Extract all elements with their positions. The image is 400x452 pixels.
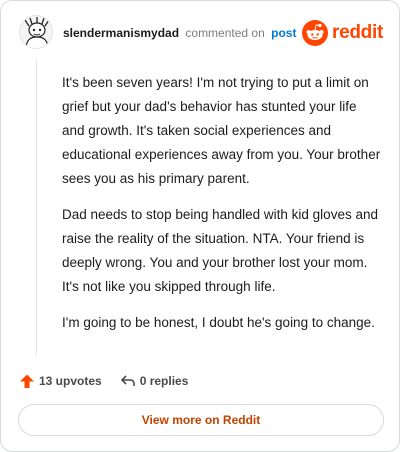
upvote-button[interactable]: 13 upvotes <box>19 373 102 389</box>
comment-paragraph: Dad needs to stop being handled with kid… <box>62 207 378 294</box>
comment-paragraph: It's been seven years! I'm not trying to… <box>62 75 381 186</box>
reddit-wordmark: reddit <box>332 22 383 43</box>
reply-count: 0 replies <box>139 374 189 388</box>
upvote-arrow-icon <box>20 374 34 388</box>
comment-header: slendermanismydad commented on post redd… <box>19 15 383 51</box>
reply-arrow-icon <box>120 375 135 386</box>
commented-on-text: commented on <box>185 26 265 40</box>
reddit-snoo-icon <box>302 20 329 46</box>
avatar[interactable] <box>19 15 53 49</box>
replies-button[interactable]: 0 replies <box>120 373 189 389</box>
comment-body: It's been seven years! I'm not trying to… <box>62 71 382 347</box>
reddit-logo[interactable]: reddit <box>302 19 383 47</box>
comment-actions: 13 upvotes 0 replies <box>19 371 188 391</box>
comment-paragraph: I'm going to be honest, I doubt he's goi… <box>62 315 375 330</box>
thread-line <box>36 59 37 355</box>
author-line: slendermanismydad commented on post <box>63 25 296 41</box>
view-more-button[interactable]: View more on Reddit <box>18 404 384 436</box>
post-link[interactable]: post <box>271 26 296 40</box>
snoo-avatar-icon <box>20 16 52 48</box>
author-name[interactable]: slendermanismydad <box>63 26 179 40</box>
upvote-count: 13 upvotes <box>39 374 102 388</box>
embedded-comment-card: slendermanismydad commented on post redd… <box>0 0 400 452</box>
